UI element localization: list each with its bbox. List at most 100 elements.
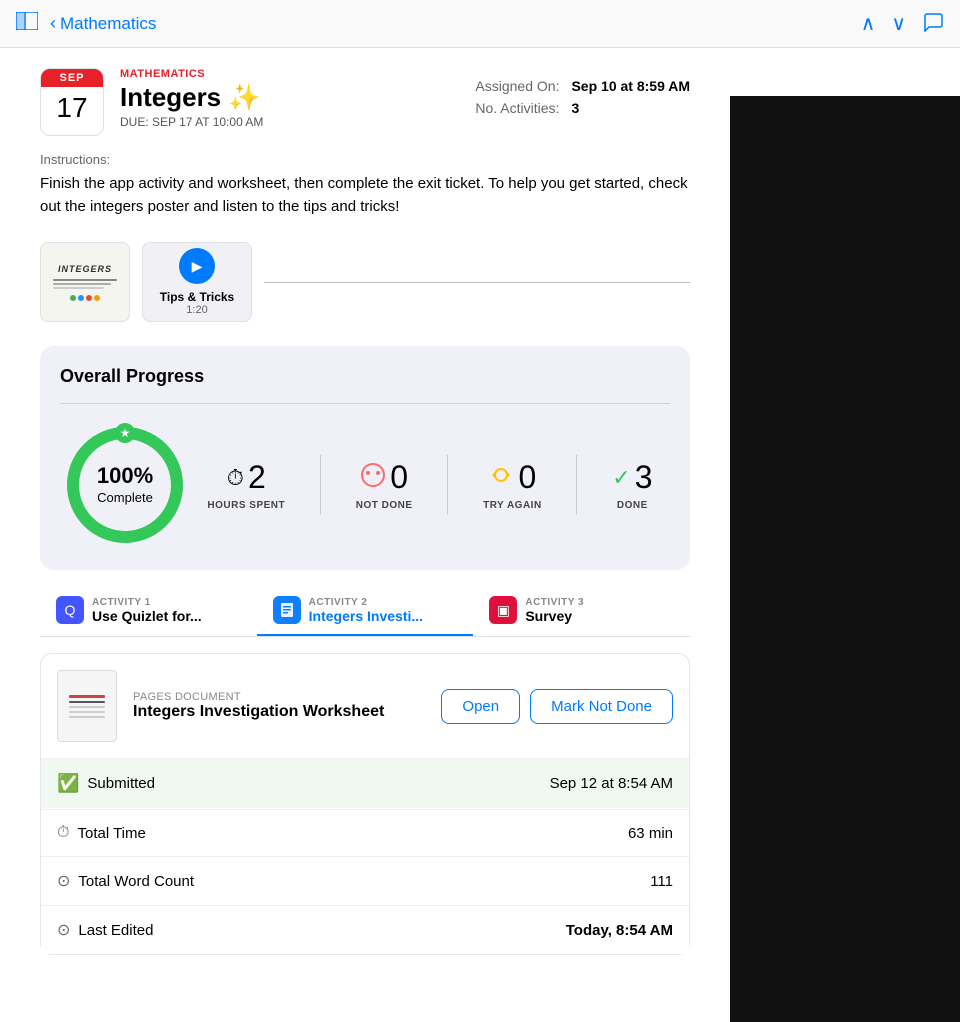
video-duration: 1:20 [160, 304, 234, 316]
poster-lines [53, 277, 117, 291]
try-again-stat: 0 TRY AGAIN [483, 459, 542, 511]
donut-text: 100% Complete [97, 463, 153, 507]
back-label: Mathematics [60, 14, 156, 34]
tab-2-name: Integers Investi... [309, 608, 458, 624]
done-icon: ✓ [612, 465, 630, 491]
stats-grid: ⏱ 2 HOURS SPENT [190, 455, 670, 515]
stats-rows: ⏱ Total Time 63 min ⊙ Total Word Count 1… [41, 809, 689, 954]
done-label: DONE [617, 500, 648, 511]
hours-value: 2 [248, 459, 266, 496]
word-count-label: Total Word Count [78, 873, 194, 890]
attachment-divider [264, 282, 690, 283]
activity-doc-row: PAGES DOCUMENT Integers Investigation Wo… [41, 654, 689, 759]
doc-type: PAGES DOCUMENT [133, 691, 425, 703]
total-time-value: 63 min [628, 825, 673, 842]
assigned-on-row: Assigned On: Sep 10 at 8:59 AM [475, 78, 690, 94]
not-done-icon [360, 462, 386, 494]
doc-name: Integers Investigation Worksheet [133, 703, 425, 721]
down-icon[interactable]: ∨ [891, 11, 906, 36]
tab-2-num: ACTIVITY 2 [309, 597, 458, 608]
header-right: Assigned On: Sep 10 at 8:59 AM No. Activ… [475, 68, 690, 122]
back-chevron-icon: ‹ [50, 13, 56, 34]
video-title: Tips & Tricks [160, 290, 234, 304]
calendar-month: SEP [41, 69, 103, 87]
last-edited-label-row: ⊙ Last Edited [57, 920, 153, 940]
stat-divider-3 [576, 455, 577, 515]
progress-stats: ★ 100% Complete ⏱ 2 HOURS SPENT [60, 420, 670, 550]
word-count-icon: ⊙ [57, 871, 70, 891]
not-done-stat: 0 NOT DONE [356, 459, 413, 511]
done-value: 3 [635, 459, 653, 496]
instructions-section: Instructions: Finish the app activity an… [20, 152, 710, 234]
tab-1-num: ACTIVITY 1 [92, 597, 241, 608]
tab-3-num: ACTIVITY 3 [525, 597, 674, 608]
try-again-label: TRY AGAIN [483, 500, 542, 511]
tab-3-info: ACTIVITY 3 Survey [525, 597, 674, 624]
donut-chart: ★ 100% Complete [60, 420, 190, 550]
submitted-text: Submitted [87, 775, 155, 792]
attachments-row: INTEGERS ▶ Tips & Tricks 1:2 [20, 234, 710, 338]
nav-right: ∧ ∨ [861, 10, 944, 38]
sidebar-icon[interactable] [16, 12, 38, 36]
calendar-icon: SEP 17 [40, 68, 104, 136]
assignment-header: SEP 17 MATHEMATICS Integers ✨ DUE: SEP 1… [20, 48, 710, 152]
tab-1-name: Use Quizlet for... [92, 608, 241, 624]
total-time-row: ⏱ Total Time 63 min [41, 809, 689, 856]
poster-attachment[interactable]: INTEGERS [40, 242, 130, 322]
survey-icon: ▣ [489, 596, 517, 624]
instructions-label: Instructions: [40, 152, 690, 167]
activity-tab-1[interactable]: Q ACTIVITY 1 Use Quizlet for... [40, 586, 257, 636]
stat-divider-1 [320, 455, 321, 515]
mark-not-done-button[interactable]: Mark Not Done [530, 689, 673, 724]
due-date: DUE: SEP 17 AT 10:00 AM [120, 115, 263, 129]
try-again-top: 0 [488, 459, 536, 496]
time-icon: ⏱ [57, 824, 69, 842]
back-button[interactable]: ‹ Mathematics [50, 13, 156, 34]
word-count-value: 111 [650, 873, 673, 890]
try-again-value: 0 [518, 459, 536, 496]
stat-divider-2 [447, 455, 448, 515]
progress-section: Overall Progress ★ 100% [40, 346, 690, 570]
not-done-top: 0 [360, 459, 408, 496]
tab-1-info: ACTIVITY 1 Use Quizlet for... [92, 597, 241, 624]
nav-left: ‹ Mathematics [16, 12, 156, 36]
submitted-label: ✅ Submitted [57, 773, 155, 794]
activity-tab-3[interactable]: ▣ ACTIVITY 3 Survey [473, 586, 690, 636]
assigned-on-label: Assigned On: [475, 78, 559, 94]
activity-tab-2[interactable]: ACTIVITY 2 Integers Investi... [257, 586, 474, 636]
word-count-label-row: ⊙ Total Word Count [57, 871, 194, 891]
video-attachment[interactable]: ▶ Tips & Tricks 1:20 [142, 242, 252, 322]
pages-icon [273, 596, 301, 624]
submitted-row: ✅ Submitted Sep 12 at 8:54 AM [41, 759, 689, 808]
right-panel [730, 96, 960, 1022]
hours-icon: ⏱ [227, 465, 244, 491]
donut-label: Complete [97, 490, 153, 505]
nav-bar: ‹ Mathematics ∧ ∨ [0, 0, 960, 48]
subject-label: MATHEMATICS [120, 68, 263, 80]
progress-divider [60, 403, 670, 404]
last-edited-value: Today, 8:54 AM [566, 922, 673, 939]
activities-value: 3 [571, 100, 579, 116]
activity-tabs: Q ACTIVITY 1 Use Quizlet for... [40, 586, 690, 637]
open-button[interactable]: Open [441, 689, 520, 724]
last-edited-label: Last Edited [78, 922, 153, 939]
main-content: SEP 17 MATHEMATICS Integers ✨ DUE: SEP 1… [0, 48, 730, 971]
last-edited-icon: ⊙ [57, 920, 70, 940]
done-stat: ✓ 3 DONE [612, 459, 652, 511]
assigned-on-value: Sep 10 at 8:59 AM [571, 78, 690, 94]
hours-label: HOURS SPENT [207, 500, 285, 511]
up-icon[interactable]: ∧ [861, 11, 876, 36]
word-count-row: ⊙ Total Word Count 111 [41, 856, 689, 905]
calendar-day: 17 [41, 87, 103, 129]
total-time-label-row: ⏱ Total Time [57, 824, 146, 842]
assignment-info: MATHEMATICS Integers ✨ DUE: SEP 17 AT 10… [120, 68, 263, 129]
hours-stat: ⏱ 2 HOURS SPENT [207, 459, 285, 511]
poster-dots [70, 295, 100, 301]
instructions-text: Finish the app activity and worksheet, t… [40, 173, 690, 218]
play-button[interactable]: ▶ [179, 248, 215, 284]
comment-icon[interactable] [922, 10, 944, 38]
donut-percent: 100% [97, 463, 153, 489]
doc-thumbnail [57, 670, 117, 742]
doc-info: PAGES DOCUMENT Integers Investigation Wo… [133, 691, 425, 721]
total-time-label: Total Time [77, 825, 145, 842]
